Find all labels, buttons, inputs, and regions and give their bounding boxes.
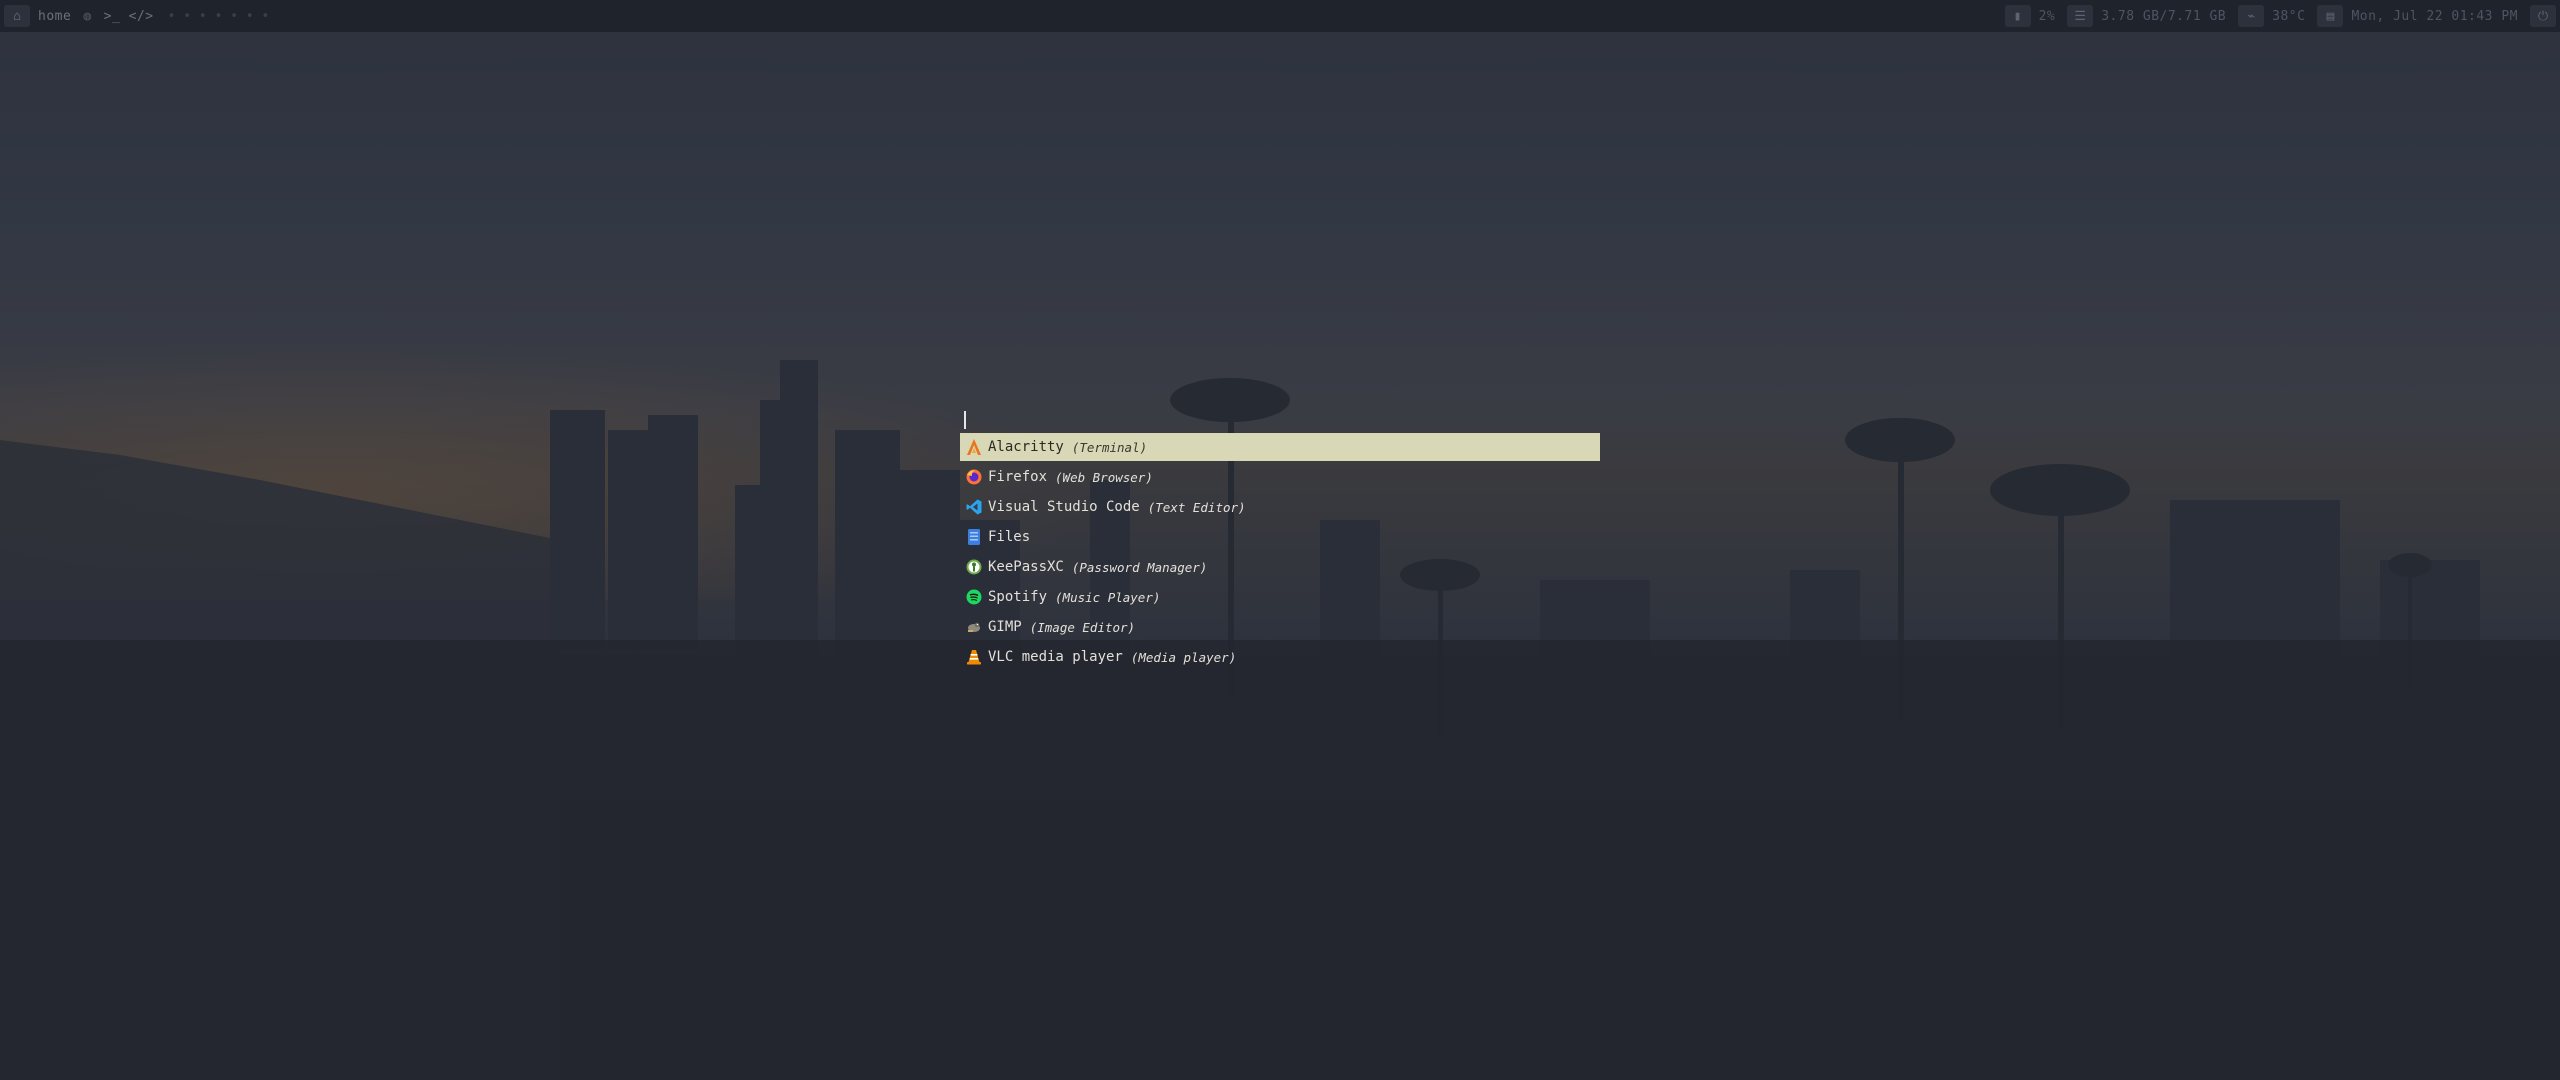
keepassxc-icon [966, 559, 982, 575]
launcher-item-name: GIMP [988, 619, 1022, 635]
launcher-search-input[interactable] [960, 405, 1600, 433]
launcher-item-files[interactable]: Files [960, 523, 1600, 551]
launcher-item-gimp[interactable]: GIMP (Image Editor) [960, 613, 1600, 641]
power-icon[interactable]: ⏻ [2530, 5, 2556, 27]
memory-usage: 3.78 GB/7.71 GB [2101, 8, 2227, 24]
launcher-item-name: Alacritty [988, 439, 1064, 455]
launcher-item-desc: (Music Player) [1055, 589, 1161, 605]
cpu-usage: 2% [2038, 8, 2056, 24]
launcher-item-name: VLC media player [988, 649, 1123, 665]
app-launcher: Alacritty (Terminal) Firefox (Web Browse… [960, 405, 1600, 673]
gimp-icon [966, 619, 982, 635]
vscode-icon [966, 499, 982, 515]
text-cursor [964, 411, 966, 429]
topbar-right: ▮ 2% ☰ 3.78 GB/7.71 GB ⌁ 38°C ▤ Mon, Jul… [2001, 0, 2560, 32]
temperature-icon: ⌁ [2238, 5, 2265, 27]
firefox-icon [966, 469, 982, 485]
launcher-item-name: Firefox [988, 469, 1048, 485]
launcher-item-desc: (Image Editor) [1029, 619, 1136, 635]
launcher-item-vscode[interactable]: Visual Studio Code (Text Editor) [960, 493, 1600, 521]
alacritty-icon [966, 439, 982, 455]
launcher-item-name: Spotify [988, 589, 1048, 605]
globe-icon[interactable]: ◍ [83, 9, 91, 24]
launcher-item-keepassxc[interactable]: KeePassXC (Password Manager) [960, 553, 1600, 581]
topbar-left: ⌂ home ◍ >_ </> • • • • • • • [0, 0, 275, 32]
datetime-value: Mon, Jul 22 01:43 PM [2351, 8, 2518, 24]
launcher-item-name: Files [988, 529, 1031, 545]
launcher-item-desc: (Text Editor) [1147, 499, 1246, 515]
workspace-indicators[interactable]: • • • • • • • [168, 9, 270, 24]
vlc-icon [966, 649, 982, 665]
launcher-item-name: KeePassXC [988, 559, 1064, 575]
home-icon[interactable]: ⌂ [4, 5, 30, 27]
spotify-icon [966, 589, 982, 605]
launcher-item-desc: (Media player) [1130, 649, 1237, 665]
calendar-icon: ▤ [2317, 5, 2344, 27]
workspace-app-icons[interactable]: >_ </> [104, 9, 154, 24]
temperature-value: 38°C [2272, 8, 2306, 24]
files-icon [966, 529, 982, 545]
top-status-bar: ⌂ home ◍ >_ </> • • • • • • • ▮ 2% ☰ 3.7… [0, 0, 2560, 32]
launcher-item-spotify[interactable]: Spotify (Music Player) [960, 583, 1600, 611]
launcher-item-desc: (Password Manager) [1071, 559, 1208, 575]
memory-icon: ☰ [2067, 5, 2094, 27]
launcher-item-desc: (Web Browser) [1055, 469, 1153, 485]
launcher-item-name: Visual Studio Code [988, 499, 1140, 515]
hostname-label: home [38, 8, 72, 24]
cpu-icon: ▮ [2004, 5, 2031, 27]
launcher-item-alacritty[interactable]: Alacritty (Terminal) [960, 433, 1600, 461]
launcher-item-firefox[interactable]: Firefox (Web Browser) [960, 463, 1600, 491]
launcher-item-desc: (Terminal) [1071, 439, 1148, 455]
launcher-item-vlc[interactable]: VLC media player (Media player) [960, 643, 1600, 671]
